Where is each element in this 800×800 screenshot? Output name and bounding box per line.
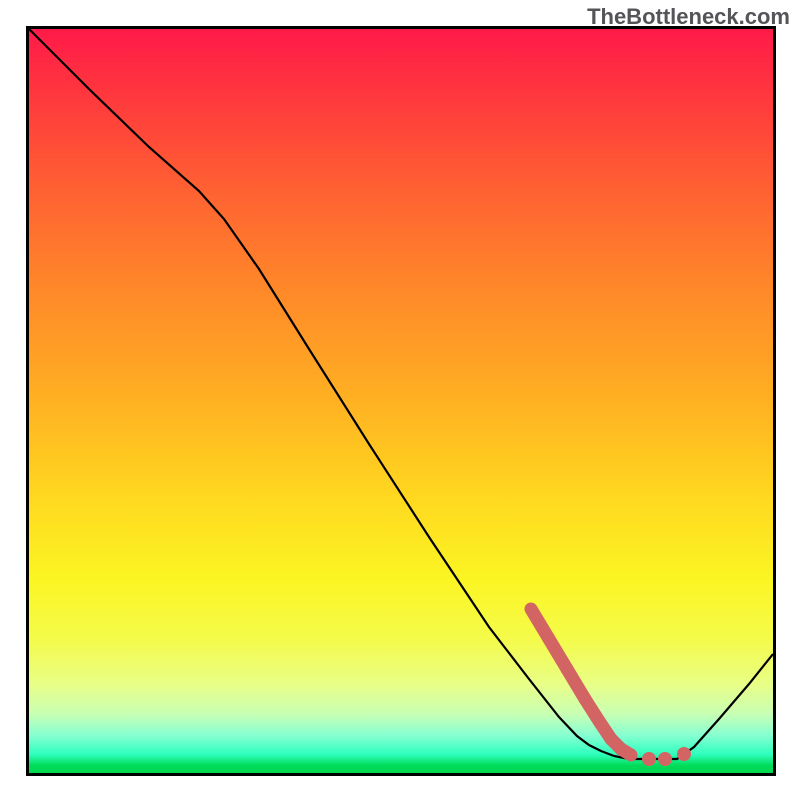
curve-overlay — [29, 29, 773, 773]
highlight-segment — [531, 609, 691, 766]
bottleneck-curve — [29, 29, 773, 759]
chart-container: TheBottleneck.com — [0, 0, 800, 800]
plot-area — [26, 26, 776, 776]
